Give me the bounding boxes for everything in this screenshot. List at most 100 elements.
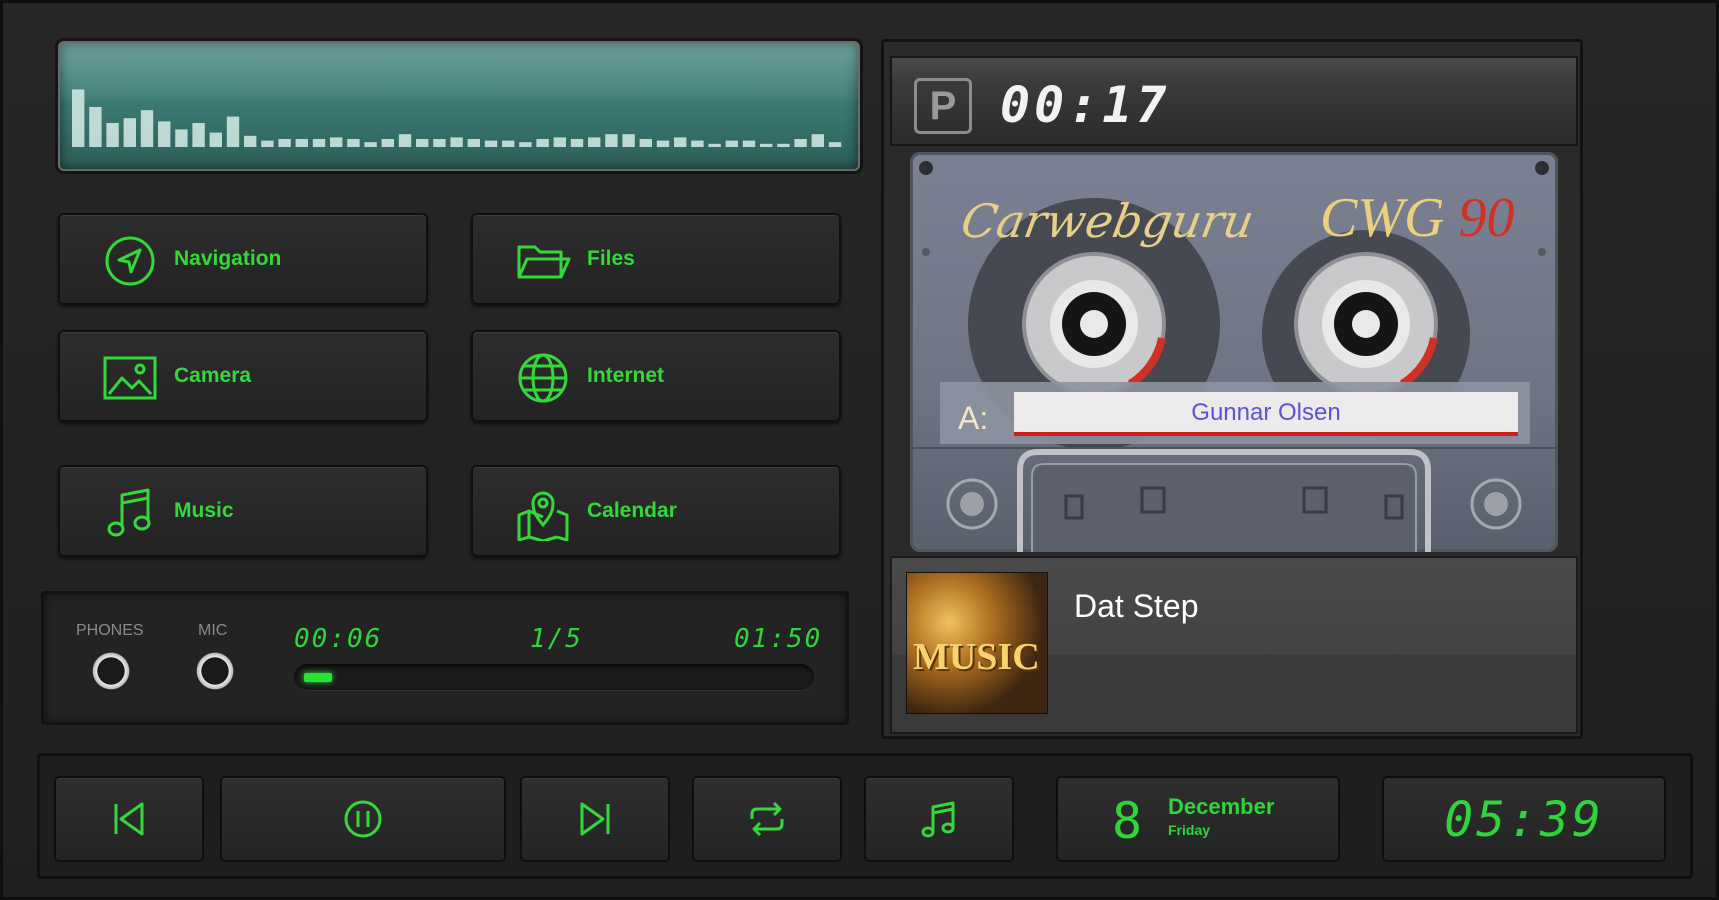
track-index: 1/5 [530,624,583,654]
date-display: 8 December Friday [1056,776,1340,862]
spectrum-bar [760,143,773,147]
globe-icon [515,350,571,406]
folder-icon [515,233,571,289]
track-duration: 01:50 [734,624,823,654]
spectrum-bar [484,140,498,147]
skip-next-icon [580,802,610,836]
navigation-button[interactable]: Navigation [58,213,428,305]
pause-button[interactable] [220,776,506,862]
spectrum-bar [588,137,601,147]
side-indicator: A: [958,400,989,436]
phones-label: PHONES [76,622,144,639]
spectrum-bar [674,137,687,147]
camera-label: Camera [174,364,252,387]
spectrum-bar [295,139,308,147]
next-button[interactable] [520,776,670,862]
cassette-brand-model: CWG 90 [1320,186,1514,250]
spectrum-bar [140,110,154,147]
album-art-text: MUSIC [913,636,1040,678]
brand-model-length: 90 [1458,187,1515,249]
mic-label: MIC [198,622,228,639]
cassette-brand-script: Carwebguru [957,194,1259,248]
spectrum-bar [72,89,85,147]
spectrum-bar [777,143,790,147]
calendar-label: Calendar [587,499,677,522]
audio-panel: PHONES MIC 00:06 1/5 01:50 [41,591,849,725]
spectrum-bar [639,139,652,147]
left-hub [1022,252,1166,396]
clock-display: 05:39 [1382,776,1666,862]
spectrum-bar [691,140,704,147]
navigation-label: Navigation [174,247,282,270]
cassette-tape[interactable]: Carwebguru CWG 90 A: Gunnar Olsen [910,152,1558,552]
music-label: Music [174,499,234,522]
progress-fill [304,673,332,682]
spectrum-bar [570,139,584,147]
internet-label: Internet [587,364,665,387]
cassette-panel: P 00:17 Carwebguru CWG 90 A: Gunnar Olse… [881,39,1583,739]
spectrum-bar [622,134,635,147]
spectrum-bar [416,139,429,147]
date-month: December [1168,794,1275,819]
spectrum-bar [794,139,807,147]
repeat-button[interactable] [692,776,842,862]
repeat-icon [750,801,784,837]
spectrum-bar [553,137,566,147]
files-label: Files [587,247,635,270]
now-playing: MUSIC Dat Step [890,556,1578,734]
spectrum-bar [209,132,222,147]
date-weekday: Friday [1168,822,1211,838]
spectrum-bar [519,142,532,147]
music-button[interactable]: Music [58,465,428,557]
clock-time: 05:39 [1444,792,1604,848]
spectrum-bar [708,143,721,147]
progress-slider[interactable] [294,664,814,690]
app-frame: Navigation Files Camera Internet Music C… [0,0,1719,900]
spectrum-bar [226,116,240,147]
spectrum-bar [381,139,394,147]
spectrum-bar [433,139,446,147]
spectrum-bar [312,139,326,147]
spectrum-bar [106,123,119,147]
track-title: Dat Step [1074,588,1199,624]
tape-counter: 00:17 [1000,76,1171,134]
spectrum-bar [175,129,188,147]
music-note-icon [102,485,158,541]
spectrum-visualizer [58,41,860,171]
brand-model-name: CWG [1320,187,1445,249]
calendar-button[interactable]: Calendar [471,465,841,557]
control-bar: 8 December Friday 05:39 [37,753,1693,879]
album-art[interactable]: MUSIC [906,572,1048,714]
spectrum-bars [72,89,842,147]
mic-jack [194,650,236,692]
spectrum-bar [192,123,205,147]
date-day: 8 [1112,792,1143,850]
spectrum-bar [502,140,515,147]
internet-button[interactable]: Internet [471,330,841,422]
spectrum-bar [89,107,102,147]
spectrum-bar [536,139,549,147]
navigation-icon [102,233,158,289]
spectrum-bar [742,140,756,147]
spectrum-bar [364,142,377,147]
spectrum-bar [158,121,171,147]
mode-badge: P [914,78,972,134]
spectrum-bar [656,140,670,147]
right-hub [1294,252,1438,396]
spectrum-bar [330,137,343,147]
elapsed-time: 00:06 [294,624,383,654]
image-icon [102,350,158,406]
spectrum-bar [811,134,824,147]
phones-jack [90,650,132,692]
files-button[interactable]: Files [471,213,841,305]
previous-button[interactable] [54,776,204,862]
tape-label: Gunnar Olsen [1014,392,1518,436]
spectrum-bar [244,135,257,147]
playlist-button[interactable] [864,776,1014,862]
spectrum-bar [398,134,412,147]
spectrum-bar [467,139,480,147]
camera-button[interactable]: Camera [58,330,428,422]
spectrum-bar [725,140,738,147]
music-note-icon [921,801,955,838]
tape-counter-bar: P 00:17 [890,56,1578,146]
